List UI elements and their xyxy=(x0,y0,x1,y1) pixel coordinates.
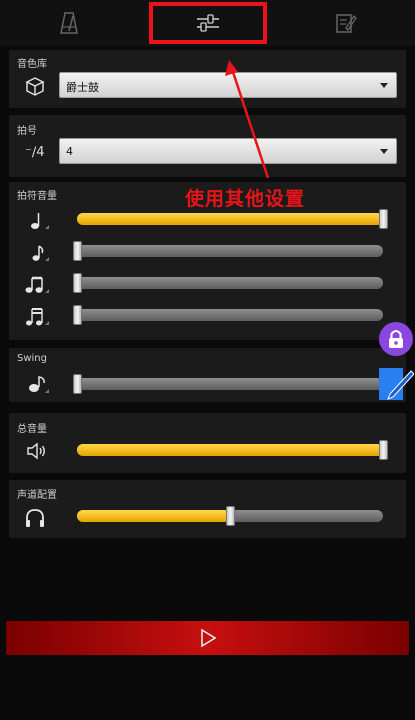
play-icon xyxy=(200,628,217,648)
play-button[interactable] xyxy=(6,621,409,655)
lock-icon xyxy=(379,322,413,356)
pencil-icon xyxy=(379,368,415,400)
edit-float-button[interactable] xyxy=(378,364,415,408)
annotation-text: 使用其他设置 xyxy=(185,188,306,210)
lock-float-button[interactable] xyxy=(378,321,414,361)
annotation-arrow xyxy=(225,60,270,179)
